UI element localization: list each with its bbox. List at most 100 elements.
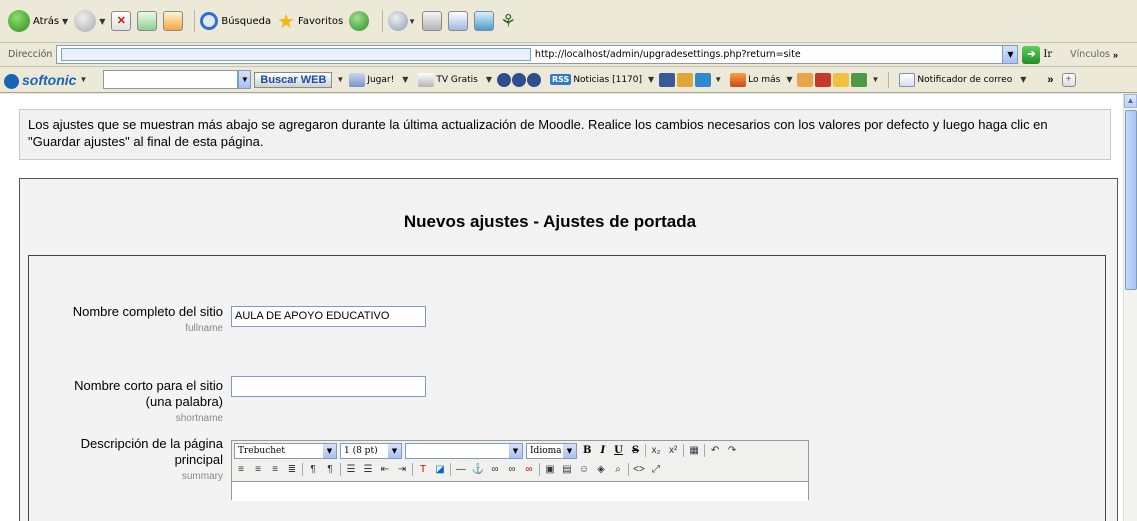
- media-player-icon[interactable]: [496, 72, 541, 87]
- smiley-icon[interactable]: ☺: [577, 463, 591, 476]
- back-button[interactable]: Atrás ▼: [8, 10, 68, 32]
- format-select[interactable]: ▼: [405, 442, 523, 459]
- links-label[interactable]: Vínculos: [1070, 49, 1110, 60]
- clean-word-icon[interactable]: ▦: [687, 444, 701, 457]
- superscript-icon[interactable]: x²: [666, 444, 680, 457]
- home-icon[interactable]: [163, 11, 184, 31]
- html-source-icon[interactable]: <>: [632, 463, 646, 476]
- lo-mas-button[interactable]: Lo más ▼: [730, 72, 792, 87]
- buscar-web-button[interactable]: Buscar WEB: [254, 71, 333, 88]
- justify-icon[interactable]: ≣: [285, 463, 299, 476]
- subscript-icon[interactable]: x₂: [649, 444, 663, 457]
- align-right-icon[interactable]: ≡: [268, 463, 282, 476]
- size-select[interactable]: 1 (8 pt) ▼: [340, 442, 402, 459]
- fullname-label: Nombre completo del sitio fullname: [73, 304, 223, 337]
- overflow-chevron-icon[interactable]: »: [1047, 74, 1053, 86]
- search-button[interactable]: Búsqueda: [200, 12, 271, 30]
- editor-toolbar-row-1: Trebuchet ▼ 1 (8 pt) ▼ ▼ Idioma ▼ B I U S x…: [232, 441, 808, 460]
- social-icons[interactable]: [659, 72, 712, 87]
- unordered-list-icon[interactable]: ☰: [361, 463, 375, 476]
- print-icon[interactable]: [422, 11, 443, 31]
- back-arrow-icon: [8, 10, 30, 32]
- redo-icon[interactable]: ↷: [725, 444, 739, 457]
- mail-services-icons[interactable]: [797, 72, 868, 87]
- unlink-icon[interactable]: ∞: [505, 463, 519, 476]
- search-replace-icon[interactable]: ⌕: [611, 463, 625, 476]
- add-tab-icon[interactable]: +: [1061, 72, 1076, 87]
- go-button[interactable]: ➔ Ir: [1022, 45, 1052, 64]
- history-icon[interactable]: [349, 11, 370, 31]
- italic-icon[interactable]: I: [597, 445, 608, 456]
- fullname-key: fullname: [185, 323, 223, 334]
- tv-gratis-button[interactable]: TV Gratis ▼: [418, 72, 492, 87]
- browser-toolbar: Atrás ▼ ▼ ✕ Búsqueda ★ Favoritos ▼ ⚘: [0, 0, 1137, 43]
- shortname-key: shortname: [175, 413, 223, 424]
- softonic-logo[interactable]: softonic: [0, 72, 76, 89]
- overflow-chevron-icon[interactable]: »: [1113, 50, 1118, 60]
- horizontal-rule-icon[interactable]: —: [454, 463, 468, 476]
- tv-icon: [418, 72, 435, 87]
- outdent-icon[interactable]: ⇤: [378, 463, 392, 476]
- vertical-scrollbar[interactable]: ▲: [1123, 94, 1137, 521]
- chevron-down-icon: ▼: [563, 443, 576, 458]
- font-select[interactable]: Trebuchet ▼: [234, 442, 337, 459]
- undo-icon[interactable]: ↶: [708, 444, 722, 457]
- scroll-up-icon[interactable]: ▲: [1124, 94, 1137, 108]
- rss-icon: RSS: [549, 74, 572, 85]
- summary-key: summary: [181, 471, 223, 482]
- chevron-down-icon: ▼: [323, 443, 336, 458]
- underline-icon[interactable]: U: [611, 445, 626, 456]
- favorites-button[interactable]: ★ Favoritos: [277, 9, 343, 33]
- html-editor: Trebuchet ▼ 1 (8 pt) ▼ ▼ Idioma ▼ B I U S x…: [231, 440, 809, 501]
- chevron-down-icon: ▼: [509, 443, 522, 458]
- notificador-button[interactable]: Notificador de correo ▼: [899, 72, 1026, 87]
- forward-button[interactable]: ▼: [74, 10, 105, 32]
- refresh-icon[interactable]: [137, 11, 158, 31]
- messenger-icon[interactable]: [474, 11, 495, 31]
- bg-color-icon[interactable]: ◪: [433, 463, 447, 476]
- fullscreen-icon[interactable]: ⤢: [649, 463, 663, 476]
- language-select[interactable]: Idioma ▼: [526, 442, 577, 459]
- search-dropdown-icon[interactable]: ▼: [238, 70, 252, 89]
- softonic-search-input[interactable]: [103, 70, 239, 89]
- edit-icon[interactable]: [448, 11, 469, 31]
- image-icon[interactable]: ▣: [543, 463, 557, 476]
- special-char-icon[interactable]: ◈: [594, 463, 608, 476]
- address-label: Dirección: [8, 49, 53, 60]
- mail-icon[interactable]: [388, 11, 409, 31]
- softonic-toolbar: softonic ▼ ▼ Buscar WEB ▼ Jugar! ▼ TV Gra…: [0, 67, 1137, 93]
- research-icon[interactable]: ⚘: [500, 11, 516, 32]
- lo-mas-icon: [730, 72, 747, 87]
- align-center-icon[interactable]: ≡: [251, 463, 265, 476]
- ltr-icon[interactable]: ¶: [306, 463, 320, 476]
- ordered-list-icon[interactable]: ☰: [344, 463, 358, 476]
- rss-noticias-button[interactable]: RSS Noticias [1170] ▼: [549, 74, 654, 85]
- upgrade-notice: Los ajustes que se muestran más abajo se…: [19, 109, 1111, 160]
- shortname-input[interactable]: [231, 376, 426, 397]
- chevron-down-icon: ▼: [388, 443, 401, 458]
- url-input[interactable]: http://localhost/admin/upgradesettings.p…: [56, 45, 1019, 64]
- games-icon: [349, 72, 366, 87]
- url-dropdown-icon[interactable]: ▼: [1002, 46, 1018, 63]
- editor-text-area[interactable]: [232, 481, 808, 501]
- page-icon: [61, 48, 531, 61]
- link-icon[interactable]: ∞: [488, 463, 502, 476]
- strikethrough-icon[interactable]: S: [629, 445, 642, 456]
- rtl-icon[interactable]: ¶: [323, 463, 337, 476]
- table-icon[interactable]: ▤: [560, 463, 574, 476]
- bold-icon[interactable]: B: [580, 445, 594, 456]
- url-text: http://localhost/admin/upgradesettings.p…: [534, 49, 801, 60]
- fullname-input[interactable]: AULA DE APOYO EDUCATIVO: [231, 306, 426, 327]
- shortname-label: Nombre corto para el sitio (una palabra)…: [74, 378, 223, 427]
- align-left-icon[interactable]: ≡: [234, 463, 248, 476]
- nolink-icon[interactable]: ∞: [522, 463, 536, 476]
- indent-icon[interactable]: ⇥: [395, 463, 409, 476]
- jugar-button[interactable]: Jugar! ▼: [349, 72, 408, 87]
- summary-label: Descripción de la página principal summa…: [81, 436, 223, 485]
- scroll-thumb[interactable]: [1125, 110, 1137, 290]
- dropdown-arrow-icon[interactable]: ▼: [62, 17, 68, 26]
- text-color-icon[interactable]: T: [416, 463, 430, 476]
- stop-icon[interactable]: ✕: [111, 11, 132, 31]
- star-icon: ★: [277, 9, 296, 33]
- anchor-icon[interactable]: ⚓: [471, 463, 485, 476]
